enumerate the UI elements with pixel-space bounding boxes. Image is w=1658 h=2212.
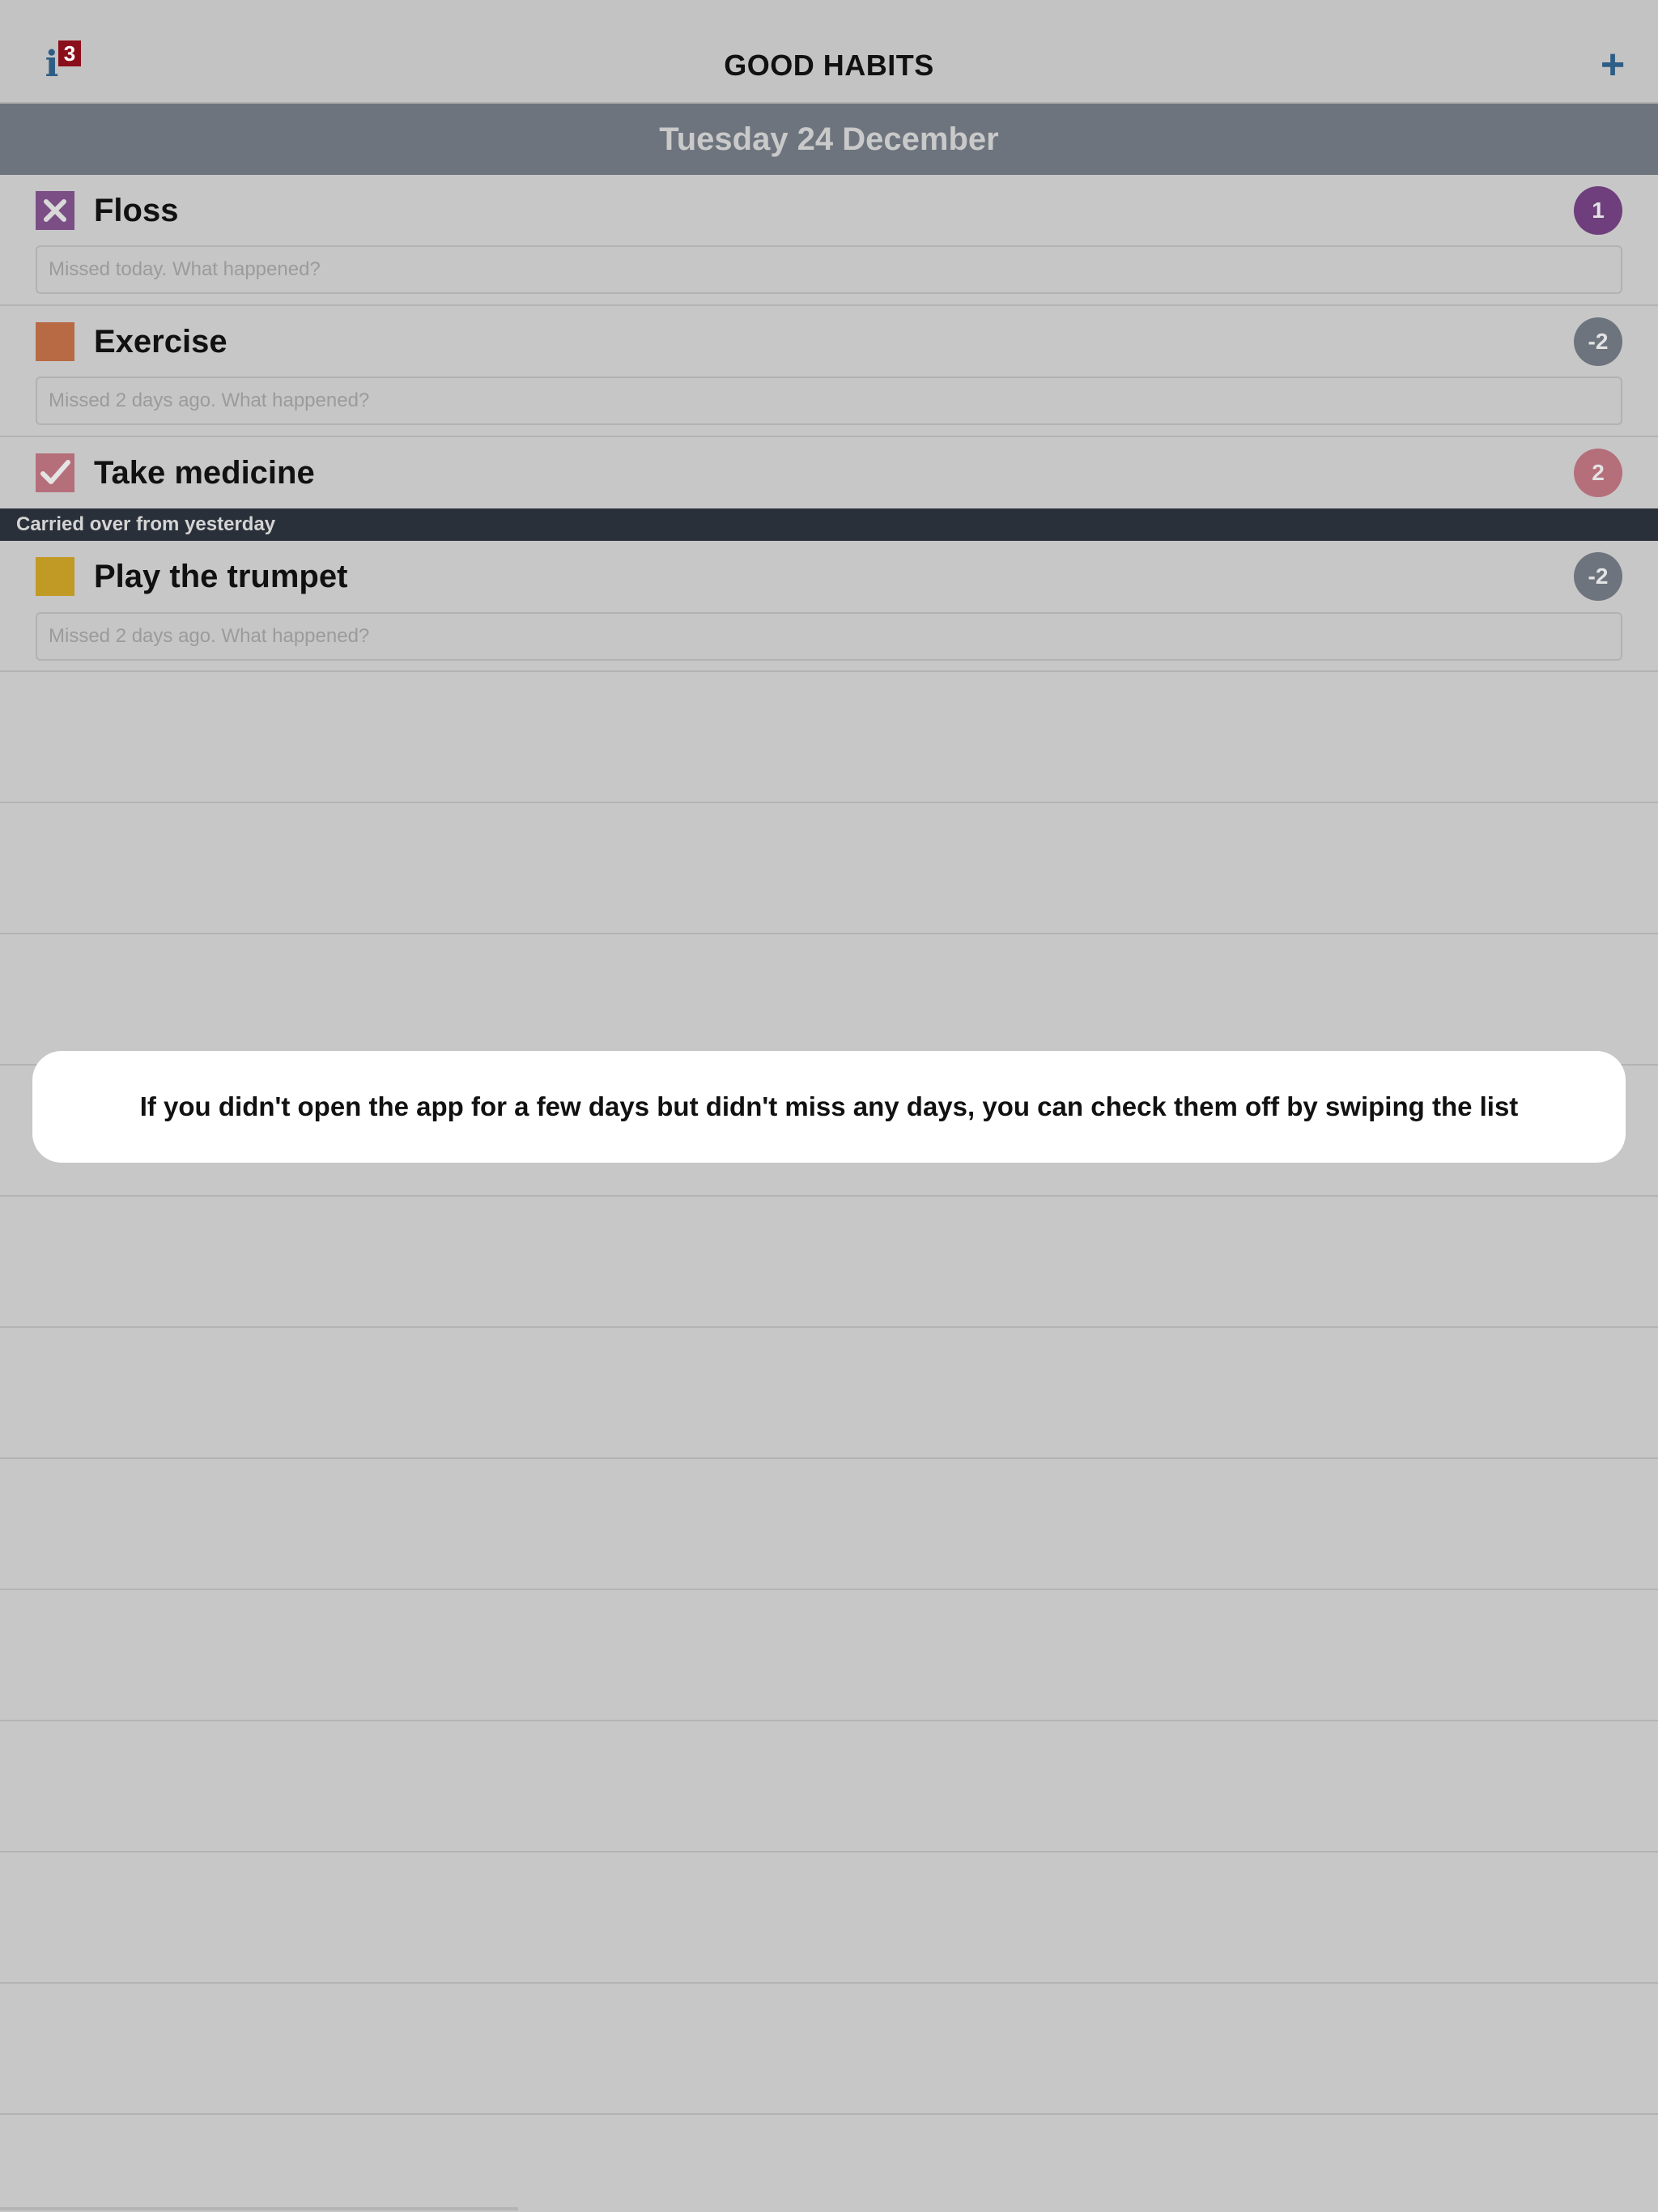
- list-divider: [0, 2113, 1658, 2115]
- list-divider: [0, 1457, 1658, 1459]
- missed-note-input[interactable]: [36, 245, 1622, 294]
- page-title: GOOD HABITS: [724, 49, 934, 82]
- date-header[interactable]: Tuesday 24 December: [0, 104, 1658, 175]
- list-divider: [0, 802, 1658, 803]
- app-screen: i 3 GOOD HABITS + Tuesday 24 December Fl…: [0, 0, 1658, 2212]
- list-divider: [0, 1589, 1658, 1590]
- navigation-bar: i 3 GOOD HABITS +: [0, 0, 1658, 104]
- list-divider: [0, 1851, 1658, 1853]
- missed-note-input[interactable]: [36, 376, 1622, 425]
- habit-name: Play the trumpet: [94, 559, 348, 594]
- streak-badge: -2: [1574, 317, 1622, 366]
- tooltip-text: If you didn't open the app for a few day…: [139, 1091, 1519, 1121]
- missed-checkbox-icon[interactable]: [36, 191, 74, 230]
- habit-name: Take medicine: [94, 455, 315, 491]
- add-habit-button[interactable]: +: [1596, 44, 1629, 86]
- swipe-hint-tooltip[interactable]: If you didn't open the app for a few day…: [32, 1051, 1626, 1163]
- streak-badge: -2: [1574, 552, 1622, 601]
- scroll-indicator: [0, 2207, 518, 2210]
- habit-name: Floss: [94, 193, 179, 228]
- habit-name: Exercise: [94, 324, 227, 359]
- streak-badge: 2: [1574, 449, 1622, 497]
- list-divider: [0, 933, 1658, 934]
- list-divider: [0, 1326, 1658, 1328]
- list-divider: [0, 1195, 1658, 1197]
- unchecked-checkbox-icon[interactable]: [36, 322, 74, 361]
- checked-checkbox-icon[interactable]: [36, 453, 74, 492]
- section-header-carried-over: Carried over from yesterday: [0, 508, 1658, 541]
- unchecked-checkbox-icon[interactable]: [36, 557, 74, 596]
- list-divider: [0, 1720, 1658, 1721]
- list-divider: [0, 1982, 1658, 1984]
- streak-badge: 1: [1574, 186, 1622, 235]
- missed-note-input[interactable]: [36, 612, 1622, 661]
